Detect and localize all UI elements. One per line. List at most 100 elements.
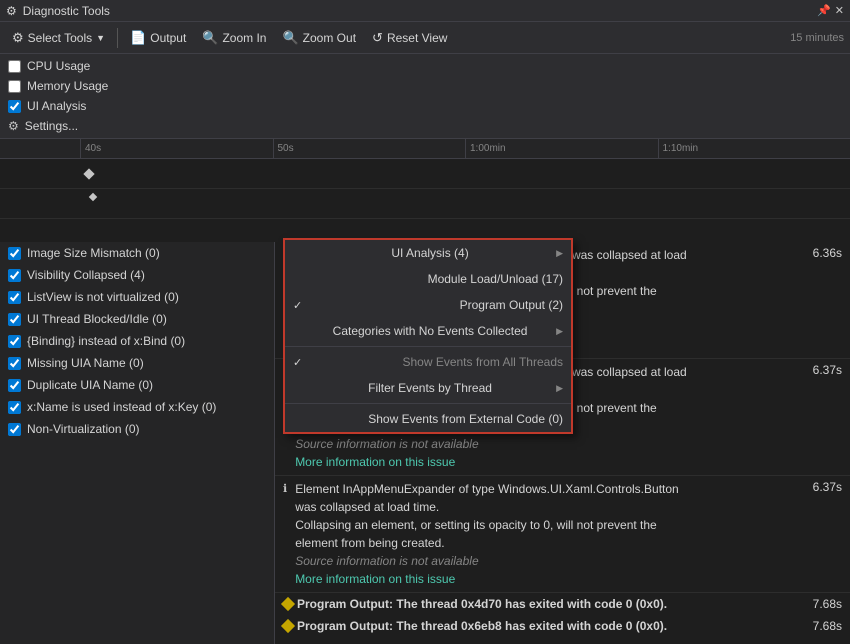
checkbox-panel: CPU Usage Memory Usage UI Analysis ⚙ Set… — [0, 54, 850, 139]
filter-thread-label: Filter Events by Thread — [368, 381, 492, 395]
binding-checkbox[interactable] — [8, 335, 21, 348]
program-time-1: 7.68s — [813, 597, 842, 611]
settings-icon: ⚙ — [12, 30, 24, 46]
image-size-checkbox[interactable] — [8, 247, 21, 260]
settings-row[interactable]: ⚙ Settings... — [8, 116, 842, 136]
dropdown-menu: UI Analysis (4) Module Load/Unload (17) … — [283, 238, 573, 434]
window-title: Diagnostic Tools — [23, 4, 110, 18]
program-time-2: 7.68s — [813, 619, 842, 633]
program-output-label: Program Output (2) — [460, 298, 563, 312]
event-time-1: 6.36s — [813, 246, 842, 260]
pin-icon[interactable]: 📌 — [817, 4, 831, 17]
toolbar: ⚙ Select Tools ▼ 📄 Output 🔍 Zoom In 🔍 Zo… — [0, 22, 850, 54]
track-content-1 — [80, 159, 850, 188]
zoom-out-button[interactable]: 🔍 Zoom Out — [276, 27, 362, 49]
ui-analysis-checkbox[interactable] — [8, 100, 21, 113]
zoom-out-icon: 🔍 — [282, 30, 298, 46]
timeline-header: 40s 50s 1:00min 1:10min — [0, 139, 850, 159]
tick-1min: 1:00min — [465, 139, 658, 158]
duplicate-uia-checkbox[interactable] — [8, 379, 21, 392]
sidebar-item-xname[interactable]: x:Name is used instead of x:Key (0) — [0, 396, 274, 418]
dropdown-ui-analysis[interactable]: UI Analysis (4) — [285, 240, 571, 266]
diamond-marker-2 — [89, 193, 97, 201]
missing-uia-checkbox[interactable] — [8, 357, 21, 370]
duration-label: 15 minutes — [790, 32, 844, 44]
memory-usage-row: Memory Usage — [8, 76, 842, 96]
chevron-down-icon: ▼ — [96, 33, 105, 43]
event-time-3: 6.37s — [813, 480, 842, 494]
dropdown-program-output[interactable]: Program Output (2) — [285, 292, 571, 318]
close-icon[interactable]: ✕ — [835, 4, 844, 17]
select-tools-button[interactable]: ⚙ Select Tools ▼ — [6, 27, 111, 49]
xname-checkbox[interactable] — [8, 401, 21, 414]
tick-110min: 1:10min — [658, 139, 850, 158]
zoom-in-icon: 🔍 — [202, 30, 218, 46]
reset-view-button[interactable]: ↺ Reset View — [366, 27, 453, 49]
program-output-text-1: Program Output: The thread 0x4d70 has ex… — [297, 597, 667, 611]
module-load-label: Module Load/Unload (17) — [428, 272, 563, 286]
more-info-link-2[interactable]: More information on this issue — [295, 455, 455, 469]
categories-label: Categories with No Events Collected — [333, 324, 528, 338]
diamond-marker-1 — [83, 168, 94, 179]
program-output-row-1: Program Output: The thread 0x4d70 has ex… — [275, 593, 850, 615]
visibility-checkbox[interactable] — [8, 269, 21, 282]
info-icon-3: ℹ — [283, 482, 287, 495]
dropdown-filter-thread[interactable]: Filter Events by Thread — [285, 375, 571, 401]
event-text-3: Element InAppMenuExpander of type Window… — [295, 480, 702, 588]
event-meta-3: 6.37s — [702, 480, 842, 494]
separator — [117, 28, 118, 48]
tick-40s: 40s — [80, 139, 273, 158]
dropdown-sep-2 — [285, 403, 571, 404]
reset-icon: ↺ — [372, 30, 383, 46]
event-meta-1: 6.36s — [702, 246, 842, 260]
cpu-usage-checkbox[interactable] — [8, 60, 21, 73]
zoom-in-button[interactable]: 🔍 Zoom In — [196, 27, 272, 49]
dropdown-external-code[interactable]: Show Events from External Code (0) — [285, 406, 571, 432]
program-output-text-2: Program Output: The thread 0x6eb8 has ex… — [297, 619, 667, 633]
output-icon: 📄 — [130, 30, 146, 46]
dropdown-sep-1 — [285, 346, 571, 347]
memory-usage-label: Memory Usage — [27, 79, 108, 93]
ui-analysis-row: UI Analysis — [8, 96, 842, 116]
dropdown-categories[interactable]: Categories with No Events Collected — [285, 318, 571, 344]
gear-icon: ⚙ — [6, 4, 17, 18]
sidebar-item-missing-uia[interactable]: Missing UIA Name (0) — [0, 352, 274, 374]
program-output-row-2: Program Output: The thread 0x6eb8 has ex… — [275, 615, 850, 637]
more-info-link-3[interactable]: More information on this issue — [295, 572, 455, 586]
settings-gear-icon: ⚙ — [8, 119, 19, 133]
event-time-2: 6.37s — [813, 363, 842, 377]
ui-thread-checkbox[interactable] — [8, 313, 21, 326]
non-virt-checkbox[interactable] — [8, 423, 21, 436]
sidebar-item-visibility[interactable]: Visibility Collapsed (4) — [0, 264, 274, 286]
event-row-3: ℹ Element InAppMenuExpander of type Wind… — [275, 476, 850, 593]
output-button[interactable]: 📄 Output — [124, 27, 192, 49]
title-bar: ⚙ Diagnostic Tools 📌 ✕ — [0, 0, 850, 22]
sidebar: Image Size Mismatch (0) Visibility Colla… — [0, 242, 275, 644]
listview-checkbox[interactable] — [8, 291, 21, 304]
source-text-2: Source information is not available — [295, 435, 702, 453]
dropdown-all-threads: Show Events from All Threads — [285, 349, 571, 375]
source-text-3: Source information is not available — [295, 552, 702, 570]
all-threads-label: Show Events from All Threads — [402, 355, 563, 369]
external-code-label: Show Events from External Code (0) — [368, 412, 563, 426]
diamond-icon-1 — [281, 597, 295, 611]
diamond-icon-2 — [281, 619, 295, 633]
track-2 — [0, 189, 850, 219]
memory-usage-checkbox[interactable] — [8, 80, 21, 93]
sidebar-item-non-virt[interactable]: Non-Virtualization (0) — [0, 418, 274, 440]
sidebar-item-duplicate-uia[interactable]: Duplicate UIA Name (0) — [0, 374, 274, 396]
sidebar-item-ui-thread[interactable]: UI Thread Blocked/Idle (0) — [0, 308, 274, 330]
cpu-usage-row: CPU Usage — [8, 56, 842, 76]
ui-analysis-label: UI Analysis — [27, 99, 86, 113]
sidebar-item-image-size[interactable]: Image Size Mismatch (0) — [0, 242, 274, 264]
sidebar-item-binding[interactable]: {Binding} instead of x:Bind (0) — [0, 330, 274, 352]
ui-analysis-item-label: UI Analysis (4) — [391, 246, 468, 260]
sidebar-item-listview[interactable]: ListView is not virtualized (0) — [0, 286, 274, 308]
settings-label: Settings... — [25, 119, 78, 133]
event-meta-2: 6.37s — [702, 363, 842, 377]
track-1 — [0, 159, 850, 189]
dropdown-module-load[interactable]: Module Load/Unload (17) — [285, 266, 571, 292]
cpu-usage-label: CPU Usage — [27, 59, 90, 73]
tick-50s: 50s — [273, 139, 466, 158]
track-content-2 — [80, 189, 850, 218]
